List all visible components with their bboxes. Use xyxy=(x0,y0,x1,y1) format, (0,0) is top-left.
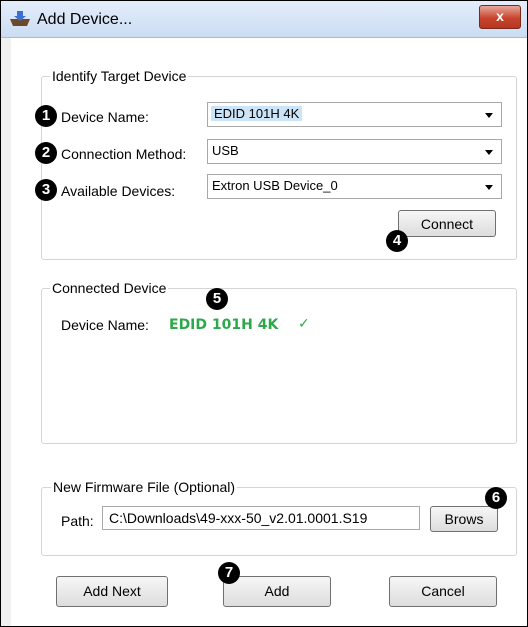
callout-2: 2 xyxy=(35,142,57,164)
browse-button[interactable]: Brows xyxy=(430,506,498,532)
connected-device-name: EDID 101H 4K xyxy=(169,317,279,333)
callout-7: 7 xyxy=(218,562,240,584)
available-devices-value: Extron USB Device_0 xyxy=(212,178,338,193)
close-button[interactable]: x xyxy=(479,5,521,29)
chevron-down-icon xyxy=(485,113,493,118)
connected-device-group xyxy=(41,288,517,444)
chevron-down-icon xyxy=(485,185,493,190)
cancel-button[interactable]: Cancel xyxy=(389,576,497,607)
add-button[interactable]: Add xyxy=(223,576,331,607)
device-name-select[interactable]: EDID 101H 4K xyxy=(207,102,502,127)
device-name-label: Device Name: xyxy=(61,109,149,125)
device-name-value: EDID 101H 4K xyxy=(211,106,303,121)
available-devices-label: Available Devices: xyxy=(61,183,176,199)
connection-method-label: Connection Method: xyxy=(61,146,187,162)
connected-device-group-label: Connected Device xyxy=(50,280,169,296)
firmware-group-label: New Firmware File (Optional) xyxy=(51,479,238,495)
close-icon: x xyxy=(496,8,504,24)
connection-method-value: USB xyxy=(212,143,239,158)
title-bar[interactable]: Add Device... x xyxy=(1,1,527,38)
connection-method-select[interactable]: USB xyxy=(207,139,502,164)
callout-1: 1 xyxy=(35,105,57,127)
add-next-button[interactable]: Add Next xyxy=(56,576,168,607)
chevron-down-icon xyxy=(485,150,493,155)
available-devices-select[interactable]: Extron USB Device_0 xyxy=(207,174,502,199)
callout-3: 3 xyxy=(35,179,57,201)
path-label: Path: xyxy=(61,513,94,529)
firmware-path-value: C:\Downloads\49-xxx-50_v2.01.0001.S19 xyxy=(109,510,368,526)
connected-device-name-label: Device Name: xyxy=(61,317,149,333)
identify-target-group-label: Identify Target Device xyxy=(50,68,189,84)
callout-5: 5 xyxy=(206,288,228,310)
callout-6: 6 xyxy=(485,487,507,509)
connect-button[interactable]: Connect xyxy=(398,210,496,237)
firmware-path-input[interactable]: C:\Downloads\49-xxx-50_v2.01.0001.S19 xyxy=(102,506,420,530)
window-title: Add Device... xyxy=(37,11,133,28)
callout-4: 4 xyxy=(386,230,408,252)
device-icon xyxy=(10,11,30,26)
add-device-dialog: Add Device... x Identify Target Device D… xyxy=(0,0,528,627)
check-icon: ✓ xyxy=(298,316,310,332)
